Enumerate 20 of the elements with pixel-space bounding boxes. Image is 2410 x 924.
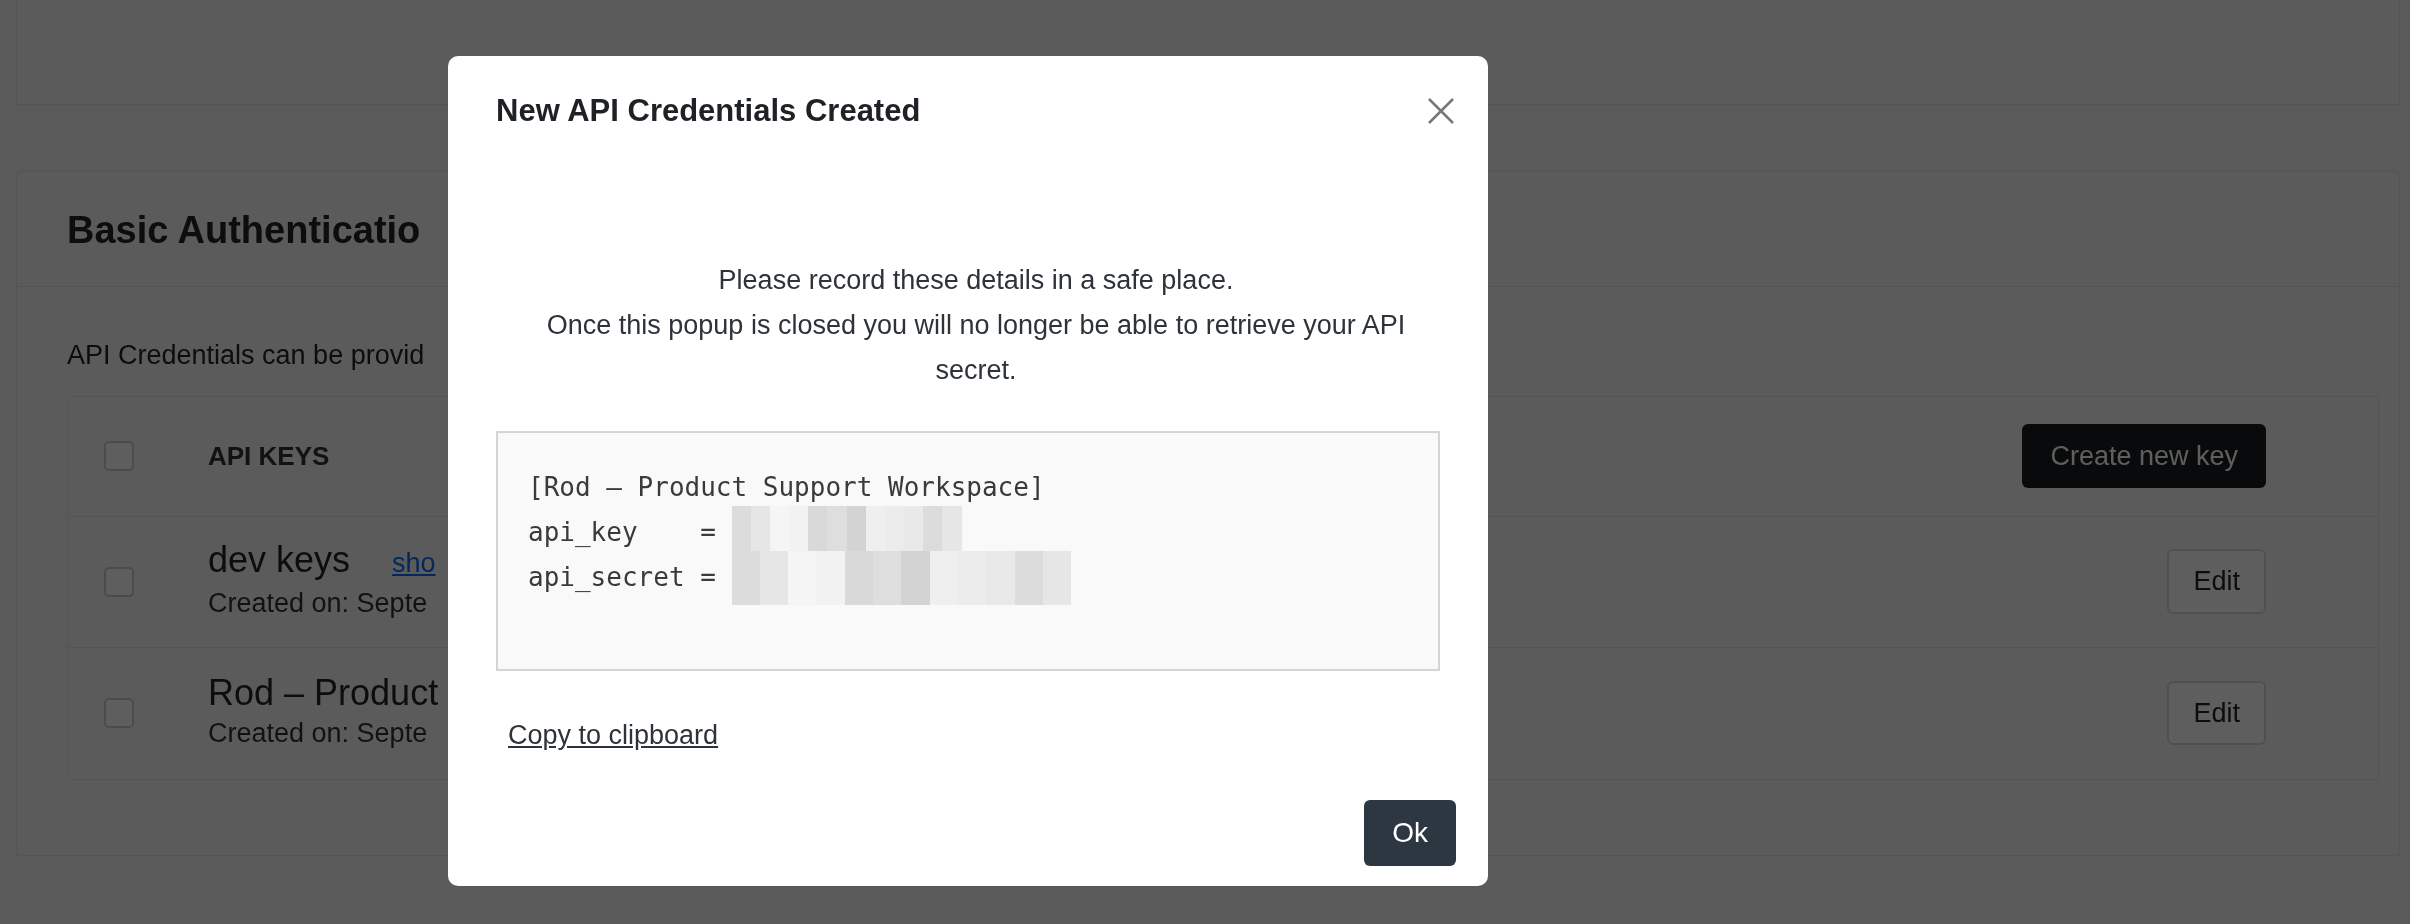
- code-text: [Rod – Product Support Workspace]: [528, 471, 1045, 504]
- column-header: API KEYS: [208, 439, 330, 473]
- card-title: Basic Authenticatio: [67, 208, 422, 253]
- code-text: api_secret =: [528, 561, 717, 594]
- close-icon[interactable]: [1426, 96, 1456, 126]
- edit-button[interactable]: Edit: [2167, 549, 2266, 614]
- create-key-button[interactable]: Create new key: [2022, 423, 2266, 489]
- copy-link[interactable]: Copy to clipboard: [508, 715, 719, 756]
- modal-title: New API Credentials Created: [496, 92, 921, 130]
- description-text: API Credentials can be provid: [67, 339, 425, 372]
- created-date: Created on: Septe: [208, 587, 429, 620]
- edit-button[interactable]: Edit: [2167, 680, 2266, 746]
- message-text: Once this popup is closed you will no longer be able to retrieve your API secret.: [545, 309, 1407, 387]
- key-name: Rod – Product: [208, 672, 439, 713]
- created-date: Created on: Septe: [208, 716, 429, 750]
- show-link[interactable]: sho: [392, 542, 436, 583]
- code-text: api_key =: [528, 516, 717, 549]
- message-text: Please record these details in a safe place.: [717, 264, 1235, 297]
- key-name: dev keys: [208, 539, 351, 580]
- ok-button[interactable]: Ok: [1364, 800, 1456, 866]
